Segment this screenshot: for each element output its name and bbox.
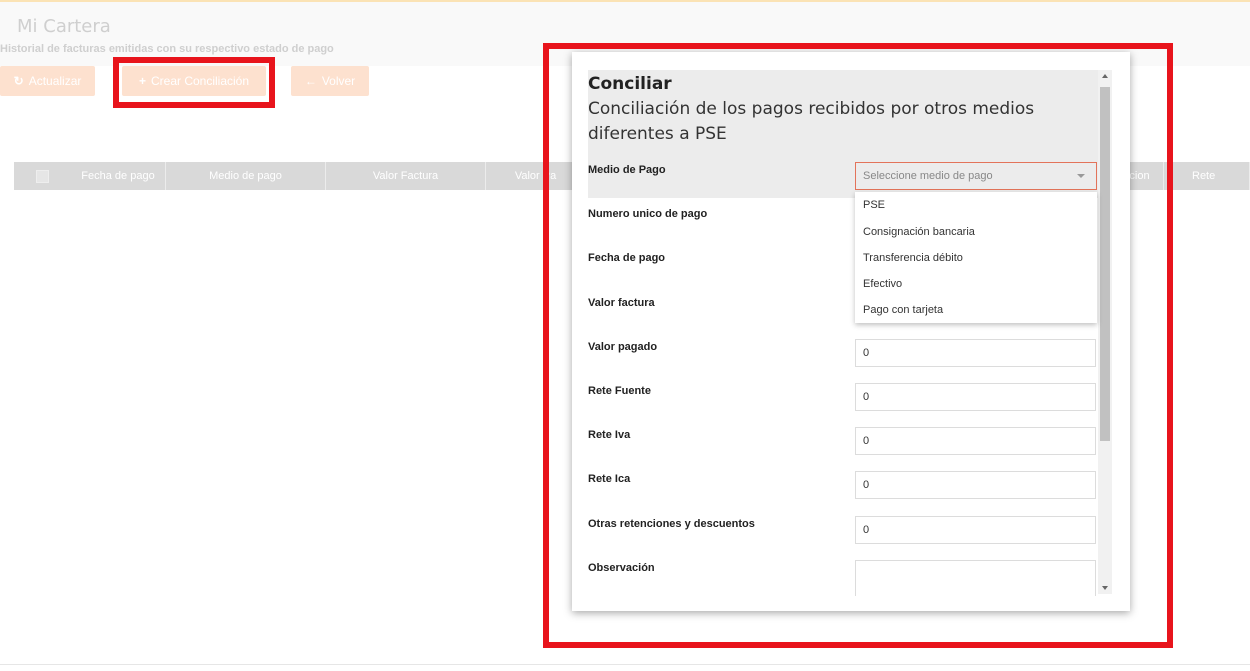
select-all-checkbox[interactable]: [36, 170, 49, 183]
dropdown-option[interactable]: Pago con tarjeta: [863, 304, 943, 316]
highlight-frame-modal: [543, 43, 1173, 648]
refresh-icon: ↻: [13, 74, 24, 88]
column-header[interactable]: Valor Factura: [326, 162, 486, 190]
refresh-button[interactable]: ↻ Actualizar: [0, 66, 95, 96]
back-button-label: Volver: [321, 74, 356, 88]
page-subtitle: Historial de facturas emitidas con su re…: [0, 43, 334, 55]
column-header[interactable]: Fecha de pago: [71, 162, 166, 190]
medio-pago-dropdown: PSE Consignación bancaria Transferencia …: [855, 192, 1097, 323]
column-header[interactable]: Medio de pago: [166, 162, 326, 190]
column-header[interactable]: Rete Fuente: [1164, 162, 1250, 210]
page-title: Mi Cartera: [17, 16, 111, 37]
dropdown-option[interactable]: PSE: [863, 199, 885, 211]
dropdown-option[interactable]: Consignación bancaria: [863, 226, 975, 238]
highlight-frame-create: [113, 57, 275, 108]
back-arrow-icon: ←: [304, 74, 317, 88]
refresh-button-label: Actualizar: [28, 74, 82, 88]
footer-divider: [0, 664, 1250, 665]
back-button[interactable]: ← Volver: [291, 66, 369, 96]
dropdown-option[interactable]: Transferencia débito: [863, 252, 963, 264]
dropdown-option[interactable]: Efectivo: [863, 278, 902, 290]
